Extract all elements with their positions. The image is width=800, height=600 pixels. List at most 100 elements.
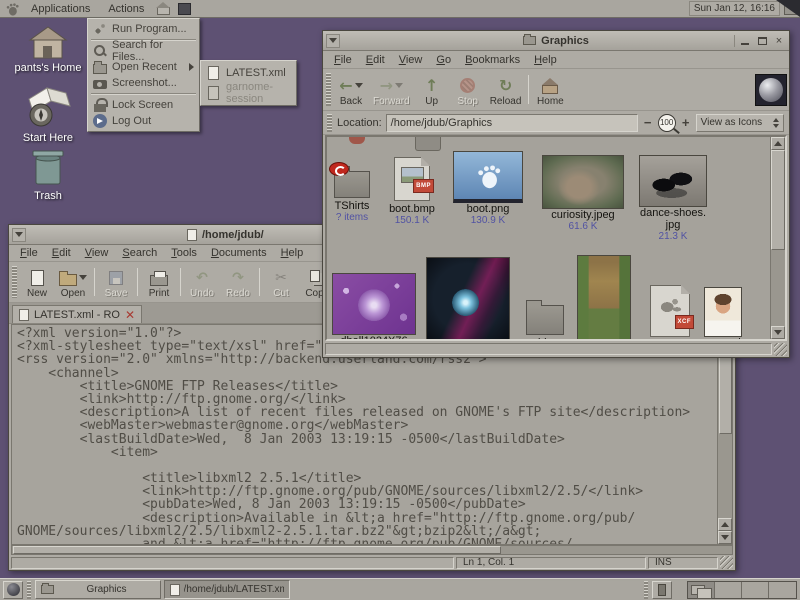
file-icon-boot-bmp[interactable]: BMP boot.bmp 150.1 K xyxy=(385,157,439,227)
redo-button[interactable]: ↷Redo xyxy=(221,264,255,300)
workspace-switcher[interactable] xyxy=(687,581,797,599)
menu-item-run-program[interactable]: Run Program... xyxy=(90,21,197,37)
menu-edit[interactable]: Edit xyxy=(360,53,391,67)
bmp-file-icon: BMP xyxy=(394,157,430,201)
menu-view[interactable]: View xyxy=(393,53,429,67)
stop-button[interactable]: Stop xyxy=(451,71,485,108)
home-button[interactable]: Home xyxy=(533,71,567,108)
spinner-icon[interactable] xyxy=(773,118,779,128)
file-icon-discoball3[interactable]: discoball3 xyxy=(425,257,511,341)
taskbar-item-gedit[interactable]: /home/jdub/LATEST.xml xyxy=(164,580,290,599)
zoom-out-button[interactable]: − xyxy=(642,115,654,130)
minimize-button[interactable] xyxy=(738,34,752,48)
document-icon xyxy=(208,86,219,100)
workspace-2[interactable] xyxy=(715,582,742,598)
menu-item-garnome-session[interactable]: garnome-session xyxy=(203,83,294,103)
menu-item-screenshot[interactable]: Screenshot... xyxy=(90,75,197,91)
menu-view[interactable]: View xyxy=(79,246,115,260)
location-input[interactable]: /home/jdub/Graphics xyxy=(386,114,638,132)
file-icon-dance-shoes[interactable]: dance-shoes. jpg 21.3 K xyxy=(635,155,711,243)
desktop-icon-start-here[interactable]: Start Here xyxy=(8,84,88,144)
home-launcher-icon[interactable] xyxy=(155,1,172,17)
menu-help[interactable]: Help xyxy=(275,246,310,260)
file-icon-george[interactable]: george.jpg xyxy=(701,287,745,341)
panel-handle[interactable] xyxy=(644,581,648,599)
toolbar-handle[interactable] xyxy=(327,114,332,132)
window-menu-button[interactable] xyxy=(326,34,340,48)
menu-file[interactable]: File xyxy=(14,246,44,260)
clock-applet[interactable]: Sun Jan 12, 16:16 xyxy=(689,1,780,16)
scrollbar-thumb[interactable] xyxy=(771,150,785,250)
desktop-icon-home[interactable]: pants's Home xyxy=(12,26,84,74)
top-panel: Applications Actions Sun Jan 12, 16:16 xyxy=(0,0,800,18)
vertical-scrollbar[interactable] xyxy=(770,137,785,339)
workspace-4[interactable] xyxy=(769,582,796,598)
gedit-window-title: /home/jdub/ xyxy=(202,229,264,241)
workspace-3[interactable] xyxy=(742,582,769,598)
menu-search[interactable]: Search xyxy=(116,246,163,260)
desktop-icon-trash[interactable]: Trash xyxy=(12,148,84,202)
menu-help[interactable]: Help xyxy=(528,53,563,67)
menu-item-latest-xml[interactable]: LATEST.xml xyxy=(203,63,294,83)
back-button[interactable]: ←Back xyxy=(334,71,368,108)
scrollbar-thumb[interactable] xyxy=(13,546,501,554)
toolbar-handle[interactable] xyxy=(12,266,17,298)
toolbar-handle[interactable] xyxy=(326,73,331,106)
menu-edit[interactable]: Edit xyxy=(46,246,77,260)
zoom-level-indicator[interactable]: 100 xyxy=(658,114,676,132)
undo-button[interactable]: ↶Undo xyxy=(185,264,219,300)
close-button[interactable]: × xyxy=(772,34,786,48)
graphics-window-title: Graphics xyxy=(541,35,589,47)
workspace-1[interactable] xyxy=(688,582,715,598)
maximize-button[interactable] xyxy=(755,34,769,48)
menu-item-lock-screen[interactable]: Lock Screen xyxy=(90,97,197,113)
file-icon-eseller[interactable]: eseller.jpg xyxy=(575,255,633,341)
throbber-orb xyxy=(759,78,783,102)
resize-grip[interactable] xyxy=(774,343,787,356)
show-desktop-button[interactable] xyxy=(652,581,672,599)
gnome-foot-icon[interactable] xyxy=(3,1,20,17)
menu-item-search-for-files[interactable]: Search for Files... xyxy=(90,43,197,59)
terminal-launcher-icon[interactable] xyxy=(176,1,193,17)
menu-go[interactable]: Go xyxy=(430,53,457,67)
scroll-down-button[interactable] xyxy=(771,326,785,339)
menu-documents[interactable]: Documents xyxy=(205,246,273,260)
open-button[interactable]: Open xyxy=(56,264,90,300)
forward-button[interactable]: →Forward xyxy=(370,71,413,108)
resize-grip[interactable] xyxy=(720,556,733,569)
tab-close-icon[interactable]: ✕ xyxy=(125,308,135,322)
zoom-in-button[interactable]: + xyxy=(680,115,692,130)
menu-bookmarks[interactable]: Bookmarks xyxy=(459,53,526,67)
new-button[interactable]: New xyxy=(20,264,54,300)
applications-menu[interactable]: Applications xyxy=(24,2,97,16)
file-view[interactable]: TShirts ? items BMP boot.bmp 150.1 K boo… xyxy=(325,135,787,341)
print-button[interactable]: Print xyxy=(142,264,176,300)
scroll-up-button[interactable] xyxy=(771,137,785,150)
up-button[interactable]: ↑Up xyxy=(415,71,449,108)
file-icon-dball[interactable]: dball1024X76 xyxy=(331,273,417,341)
file-icon-emblems[interactable]: emblems xyxy=(521,297,569,341)
file-icon-fridge[interactable]: XCF fridge.xcf xyxy=(645,285,695,341)
document-tab[interactable]: LATEST.xml - RO ✕ xyxy=(12,305,142,323)
panel-handle[interactable] xyxy=(27,581,31,599)
menu-tools[interactable]: Tools xyxy=(165,246,203,260)
taskbar-item-graphics[interactable]: Graphics xyxy=(35,580,161,599)
panel-applet-button[interactable] xyxy=(3,581,23,599)
graphics-toolbar: ←Back →Forward ↑Up Stop ↻Reload Home xyxy=(323,69,789,111)
menu-item-log-out[interactable]: Log Out xyxy=(90,113,197,129)
cut-button[interactable]: ✂Cut xyxy=(264,264,298,300)
view-mode-dropdown[interactable]: View as Icons xyxy=(696,114,784,132)
actions-menu-title[interactable]: Actions xyxy=(101,2,151,16)
file-icon-boot-png[interactable]: boot.png 130.9 K xyxy=(449,151,527,227)
file-icon-curiosity[interactable]: curiosity.jpeg 61.6 K xyxy=(539,155,627,233)
graphics-titlebar[interactable]: Graphics × xyxy=(323,31,789,51)
save-button[interactable]: Save xyxy=(99,264,133,300)
horizontal-scrollbar[interactable] xyxy=(11,545,733,555)
scroll-down-button[interactable] xyxy=(718,531,732,544)
scroll-up-button[interactable] xyxy=(718,518,732,531)
reload-button[interactable]: ↻Reload xyxy=(487,71,525,108)
window-menu-button[interactable] xyxy=(12,228,26,242)
reload-icon: ↻ xyxy=(499,76,512,95)
menu-file[interactable]: File xyxy=(328,53,358,67)
file-icon-tshirts[interactable]: TShirts ? items xyxy=(329,163,375,224)
